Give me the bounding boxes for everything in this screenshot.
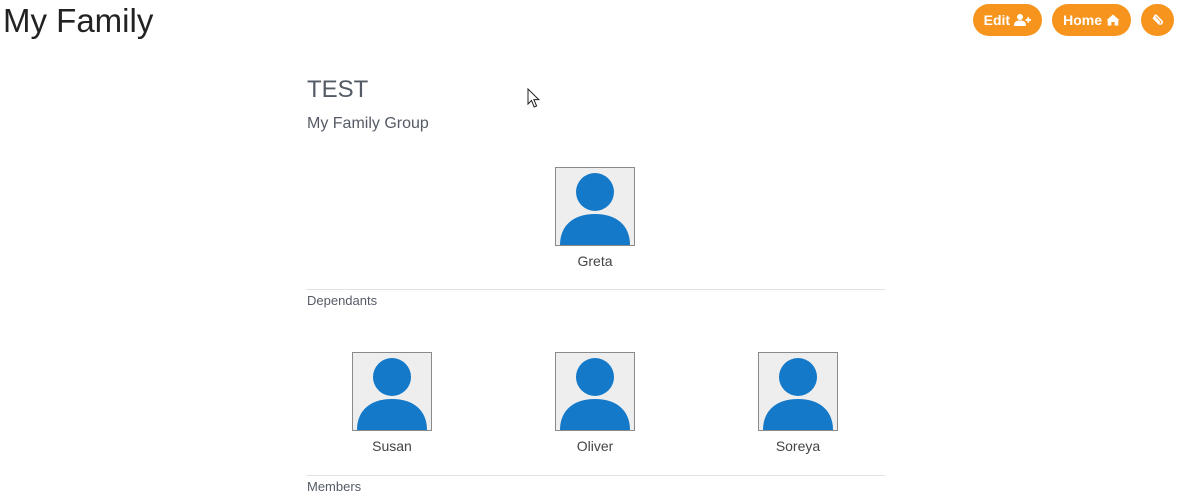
attachment-button[interactable]: [1141, 4, 1174, 36]
user-avatar-icon[interactable]: [758, 352, 838, 431]
dependant-card[interactable]: Oliver: [515, 352, 675, 454]
dependant-card[interactable]: Susan: [312, 352, 472, 454]
paperclip-icon: [1151, 13, 1165, 27]
user-plus-icon: [1014, 14, 1032, 26]
person-name[interactable]: Greta: [515, 253, 675, 269]
person-name[interactable]: Susan: [312, 438, 472, 454]
home-button[interactable]: Home: [1052, 4, 1131, 36]
group-name: TEST: [307, 76, 369, 103]
home-icon: [1106, 14, 1120, 26]
user-avatar-icon[interactable]: [555, 352, 635, 431]
edit-button[interactable]: Edit: [972, 4, 1043, 36]
section-label-members: Members: [307, 479, 362, 494]
home-button-label: Home: [1063, 12, 1102, 28]
family-page: My Family Edit Home TEST My Family Group…: [0, 0, 1188, 496]
dependant-card[interactable]: Soreya: [718, 352, 878, 454]
group-subtitle: My Family Group: [307, 115, 429, 132]
edit-button-label: Edit: [983, 12, 1011, 28]
person-name[interactable]: Soreya: [718, 438, 878, 454]
section-divider: [306, 289, 885, 290]
page-title: My Family: [3, 2, 154, 39]
user-avatar-icon[interactable]: [352, 352, 432, 431]
user-avatar-icon[interactable]: [555, 167, 635, 246]
mouse-cursor-icon: [527, 87, 541, 115]
person-name[interactable]: Oliver: [515, 438, 675, 454]
section-label-dependants: Dependants: [307, 293, 378, 308]
family-head-card[interactable]: Greta: [515, 167, 675, 269]
toolbar: Edit Home: [972, 4, 1174, 36]
section-divider: [306, 475, 885, 476]
